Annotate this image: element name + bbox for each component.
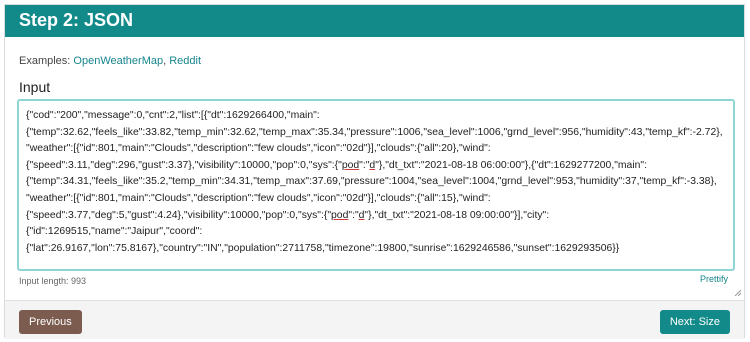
input-length: Input length: 993 [19,276,87,286]
examples-label: Examples: [19,55,71,67]
example-link-reddit[interactable]: Reddit [169,55,201,67]
json-line: "},"dt_txt":"2021-08-18 06:00:00"},{"dt"… [375,159,648,171]
step-title: Step 2: JSON [19,10,134,30]
input-label: Input [19,79,51,95]
json-line: {"cod":"200","message":0,"cnt":2,"list":… [26,110,320,121]
json-line: {"temp":32.62,"feels_like":33.82,"temp_m… [26,126,723,138]
previous-button[interactable]: Previous [19,310,82,334]
json-line: {"lat":26.9167,"lon":75.8167},"country":… [26,242,620,254]
prettify-link[interactable]: Prettify [700,274,728,284]
json-line: "weather":[{"id":801,"main":"Clouds","de… [26,192,491,204]
json-input-textarea[interactable]: {"cod":"200","message":0,"cnt":2,"list":… [17,99,735,271]
card-header: Step 2: JSON [5,5,744,37]
json-step-card: Step 2: JSON Examples: OpenWeatherMap, R… [4,4,745,339]
json-line: "weather":[{"id":801,"main":"Clouds","de… [26,143,491,155]
example-link-openweathermap[interactable]: OpenWeatherMap [73,55,163,67]
json-line: ":" [348,209,359,221]
resize-grip-icon[interactable] [734,289,741,296]
json-line: {"speed":3.11,"deg":296,"gust":3.37},"vi… [26,159,342,171]
json-line: {"id":1269515,"name":"Jaipur","coord": [26,226,203,238]
card-footer: Previous Next: Size [5,300,744,339]
json-line: ":" [359,159,370,171]
spellcheck-word: pod [331,209,349,221]
next-size-button[interactable]: Next: Size [659,310,730,334]
json-line: {"temp":34.31,"feels_like":35.2,"temp_mi… [26,176,717,188]
json-line: "},"dt_txt":"2021-08-18 09:00:00"}],"cit… [364,209,550,221]
json-line: {"speed":3.77,"deg":5,"gust":4.24},"visi… [26,209,332,221]
spellcheck-word: pod [341,159,360,171]
examples-row: Examples: OpenWeatherMap, Reddit [19,55,202,67]
